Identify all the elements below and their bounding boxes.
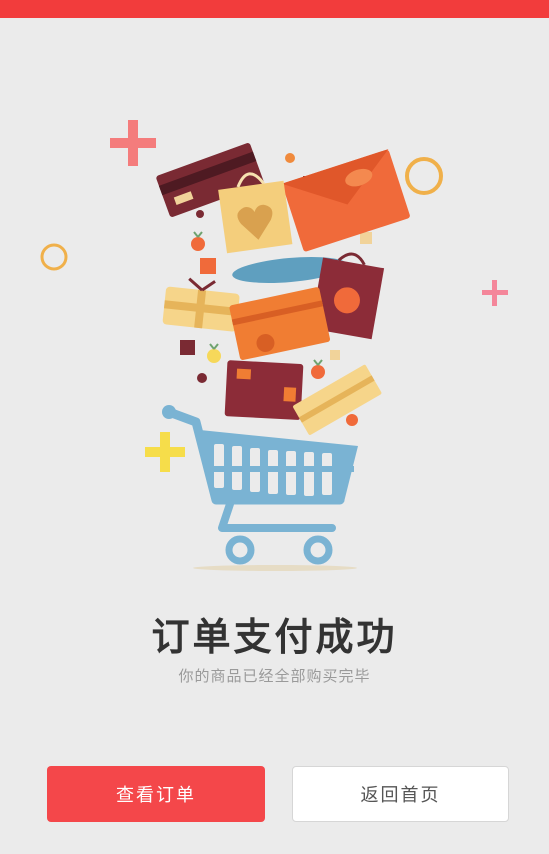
wallet-icon bbox=[224, 360, 304, 420]
payment-success-title: 订单支付成功 bbox=[151, 615, 398, 659]
shopping-cart-icon bbox=[162, 405, 358, 571]
orange-fruit-icon bbox=[191, 231, 205, 251]
orange-box-icon bbox=[229, 287, 331, 360]
ring-decoration-large bbox=[405, 157, 443, 195]
view-order-button[interactable]: 查看订单 bbox=[47, 766, 265, 822]
plus-decoration-pink bbox=[482, 280, 508, 306]
wrapped-parcel-icon bbox=[162, 277, 240, 332]
plus-decoration-red bbox=[110, 120, 156, 166]
shopping-cart-illustration bbox=[40, 120, 508, 571]
cardboard-box-icon bbox=[293, 364, 382, 435]
plus-decoration-yellow bbox=[145, 432, 185, 472]
orange-gift-box-icon bbox=[281, 149, 410, 252]
orange-fruit-icon-2 bbox=[311, 359, 325, 379]
ring-decoration-small bbox=[40, 243, 68, 271]
top-status-bar bbox=[0, 0, 549, 18]
lemon-fruit-icon bbox=[207, 343, 221, 363]
back-home-button[interactable]: 返回首页 bbox=[292, 766, 509, 822]
payment-success-subtitle: 你的商品已经全部购买完毕 bbox=[178, 667, 371, 685]
